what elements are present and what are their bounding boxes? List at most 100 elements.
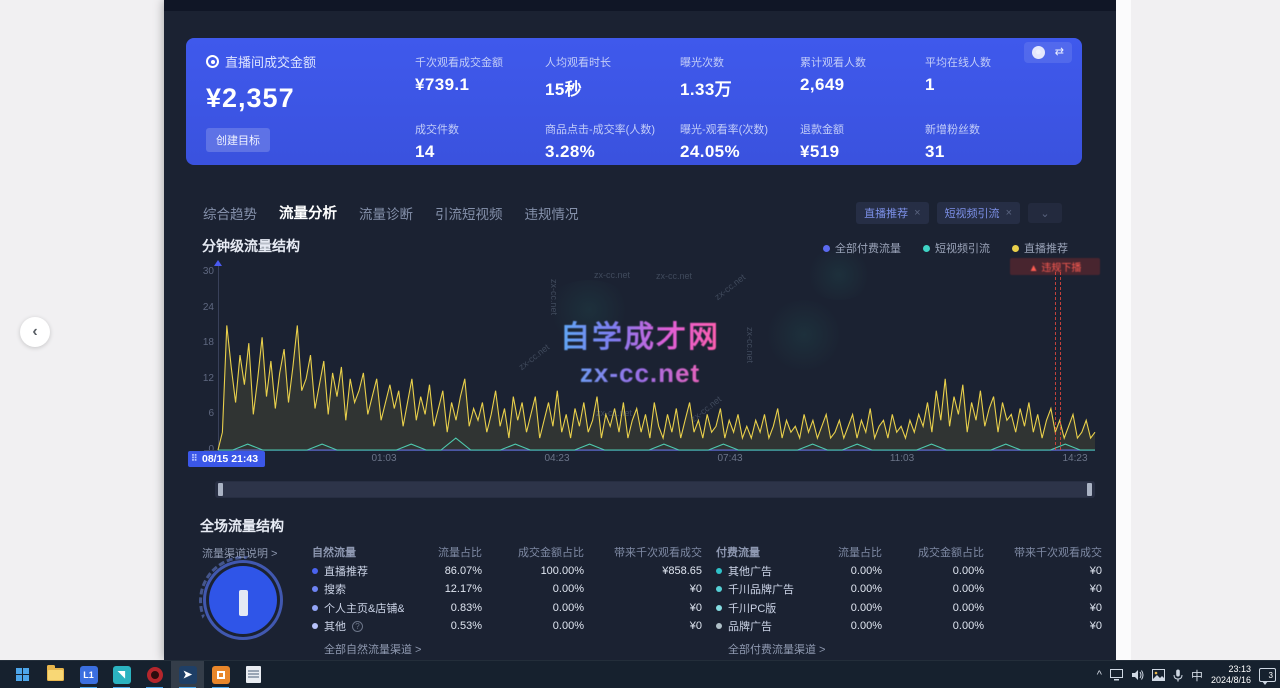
timeline-scrollbar[interactable] <box>215 481 1095 498</box>
stat-order-count: 成交件数14 <box>415 121 545 162</box>
target-icon <box>206 55 219 68</box>
legend-live-recommend[interactable]: 直播推荐 <box>1012 240 1068 256</box>
row-dot <box>312 623 318 629</box>
windows-taskbar: L1 ◥ ➤ ^ 中 23:13 2024/8/16 <box>0 660 1280 688</box>
stat-avg-watch-time: 人均观看时长15秒 <box>545 54 680 100</box>
photos-icon[interactable] <box>1152 669 1165 681</box>
start-button[interactable] <box>6 661 39 688</box>
legend-short-video[interactable]: 短视频引流 <box>923 240 990 256</box>
filter-dropdown[interactable]: ⌄ <box>1028 203 1062 223</box>
table-row: 其他? 0.53% 0.00% ¥0 <box>312 617 702 636</box>
row-dot <box>312 568 318 574</box>
swap-icon[interactable]: ⇄ <box>1055 47 1064 58</box>
tab-violations[interactable]: 违规情况 <box>525 203 579 223</box>
y-tick: 30 <box>192 266 214 277</box>
table-header: 自然流量 流量占比 成交金额占比 带来千次观看成交 <box>312 543 702 562</box>
notepad-icon <box>246 666 261 683</box>
gear-icon[interactable]: ● <box>1032 46 1045 59</box>
y-tick: 24 <box>192 302 214 313</box>
tab-video-referral[interactable]: 引流短视频 <box>435 203 503 223</box>
filter-tag-short-video[interactable]: 短视频引流 × <box>937 202 1020 224</box>
tab-traffic-diagnosis[interactable]: 流量诊断 <box>359 203 413 223</box>
tab-overall-trend[interactable]: 综合趋势 <box>203 203 257 223</box>
windows-logo-icon <box>16 668 30 682</box>
create-goal-button[interactable]: 创建目标 <box>206 128 270 152</box>
x-tick: 14:23 <box>1053 453 1097 464</box>
x-tick: 11:03 <box>880 453 924 464</box>
table-row: 搜索 12.17% 0.00% ¥0 <box>312 580 702 599</box>
table-row: 其他广告 0.00% 0.00% ¥0 <box>716 562 1102 581</box>
help-icon[interactable]: ? <box>352 621 363 632</box>
taskbar-app-active-cursor[interactable]: ➤ <box>171 661 204 688</box>
opera-ring-icon <box>147 667 163 683</box>
natural-traffic-table: 自然流量 流量占比 成交金额占比 带来千次观看成交 直播推荐 86.07% 10… <box>312 543 702 657</box>
timeline-handle-left[interactable] <box>218 483 223 496</box>
browser-scroll-gutter <box>1116 0 1131 660</box>
x-tick: 04:23 <box>535 453 579 464</box>
taskbar-app-orange[interactable] <box>204 661 237 688</box>
close-icon[interactable]: × <box>1006 207 1012 219</box>
y-tick: 18 <box>192 337 214 348</box>
row-dot <box>312 586 318 592</box>
taskbar-clock[interactable]: 23:13 2024/8/16 <box>1211 664 1251 687</box>
primary-metric-label-row: 直播间成交金额 <box>206 52 406 71</box>
minute-chart-title: 分钟级流量结构 <box>202 236 300 256</box>
table-row: 个人主页&店铺&... 0.83% 0.00% ¥0 <box>312 599 702 618</box>
speaker-icon[interactable] <box>1131 669 1144 681</box>
timeline-scrollbar-track <box>221 482 1089 497</box>
close-icon[interactable]: × <box>914 207 920 219</box>
kpi-banner: 直播间成交金额 ¥2,357 创建目标 千次观看成交金额¥739.1 人均观看时… <box>186 38 1082 165</box>
back-button[interactable]: ‹ <box>20 317 50 347</box>
ime-indicator[interactable]: 中 <box>1191 667 1203 684</box>
flow-section-title: 全场流量结构 <box>200 516 284 536</box>
y-tick: 6 <box>192 408 214 419</box>
folder-icon <box>47 668 64 681</box>
clock-date: 2024/8/16 <box>1211 675 1251 686</box>
all-natural-channels-link[interactable]: 全部自然流量渠道 > <box>312 641 702 657</box>
violation-marker-line <box>1055 272 1056 450</box>
chart-legend: 全部付费流量 短视频引流 直播推荐 <box>823 240 1068 256</box>
x-axis-start-badge[interactable]: 08/15 21:43 <box>188 451 265 467</box>
timeline-handle-right[interactable] <box>1087 483 1092 496</box>
banner-toolbar: ● ⇄ <box>1024 42 1072 63</box>
kpi-stats-grid: 千次观看成交金额¥739.1 人均观看时长15秒 曝光次数1.33万 累计观看人… <box>415 54 1055 162</box>
tabs: 综合趋势 流量分析 流量诊断 引流短视频 违规情况 <box>203 202 579 223</box>
monitor-icon[interactable] <box>1110 669 1123 681</box>
stat-total-viewers: 累计观看人数2,649 <box>800 54 925 100</box>
filter-tag-live-recommend[interactable]: 直播推荐 × <box>856 202 928 224</box>
taskbar-app-notepad[interactable] <box>237 661 270 688</box>
taskbar-app-l1[interactable]: L1 <box>72 661 105 688</box>
taskbar-app-opera[interactable] <box>138 661 171 688</box>
x-tick: 07:43 <box>708 453 752 464</box>
stat-click-conversion: 商品点击-成交率(人数)3.28% <box>545 121 680 162</box>
primary-metric-label: 直播间成交金额 <box>225 52 316 71</box>
filter-tags: 直播推荐 × 短视频引流 × ⌄ <box>856 202 1062 224</box>
table-header: 付费流量 流量占比 成交金额占比 带来千次观看成交 <box>716 543 1102 562</box>
legend-paid-traffic[interactable]: 全部付费流量 <box>823 240 901 256</box>
microphone-icon[interactable] <box>1173 669 1183 682</box>
chevron-left-icon: ‹ <box>32 323 37 341</box>
traffic-donut-chart <box>209 566 277 634</box>
minute-traffic-chart[interactable] <box>218 272 1095 450</box>
system-tray: ^ 中 23:13 2024/8/16 3 <box>1097 661 1276 688</box>
stat-view-rate: 曝光-观看率(次数)24.05% <box>680 121 800 162</box>
legend-dot-short-video <box>923 245 930 252</box>
row-dot <box>716 623 722 629</box>
taskbar-file-explorer[interactable] <box>39 661 72 688</box>
paid-traffic-table: 付费流量 流量占比 成交金额占比 带来千次观看成交 其他广告 0.00% 0.0… <box>716 543 1102 657</box>
legend-dot-paid <box>823 245 830 252</box>
l1-app-icon: L1 <box>80 666 98 684</box>
taskbar-app-teal[interactable]: ◥ <box>105 661 138 688</box>
clock-time: 23:13 <box>1211 664 1251 675</box>
legend-dot-live-recommend <box>1012 245 1019 252</box>
notification-center-icon[interactable]: 3 <box>1259 668 1276 682</box>
teal-app-icon: ◥ <box>113 666 131 684</box>
stat-refund-amount: 退款金额¥519 <box>800 121 925 162</box>
dashboard: 直播间成交金额 ¥2,357 创建目标 千次观看成交金额¥739.1 人均观看时… <box>164 0 1116 660</box>
tab-traffic-analysis[interactable]: 流量分析 <box>279 202 337 223</box>
row-dot <box>716 586 722 592</box>
table-row: 直播推荐 86.07% 100.00% ¥858.65 <box>312 562 702 581</box>
orange-app-icon <box>212 666 230 684</box>
tray-chevron-up-icon[interactable]: ^ <box>1097 669 1102 681</box>
all-paid-channels-link[interactable]: 全部付费流量渠道 > <box>716 641 1102 657</box>
